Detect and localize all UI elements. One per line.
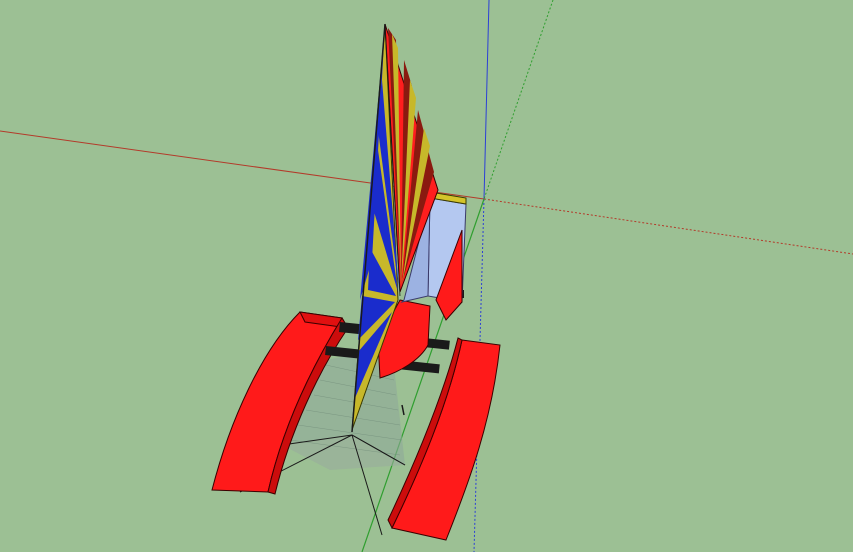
scene-canvas[interactable]	[0, 0, 853, 552]
3d-viewport[interactable]	[0, 0, 853, 552]
green-axis-dotted	[483, 0, 554, 200]
blue-axis-solid	[483, 0, 490, 200]
red-axis-dotted	[483, 198, 853, 255]
